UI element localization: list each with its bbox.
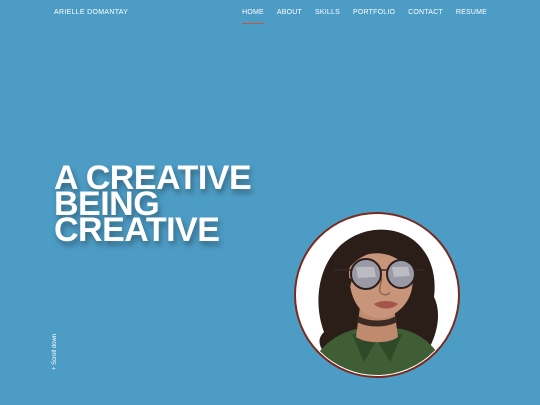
nav-contact[interactable]: CONTACT: [408, 9, 443, 16]
portfolio-page: ARIELLE DOMANTAY HOME ABOUT SKILLS PORTF…: [0, 0, 540, 405]
scroll-down-link[interactable]: + Scroll down: [52, 310, 58, 370]
nav-home[interactable]: HOME: [242, 9, 264, 24]
main-nav: HOME ABOUT SKILLS PORTFOLIO CONTACT RESU…: [242, 9, 487, 24]
nav-skills[interactable]: SKILLS: [315, 9, 340, 16]
nav-resume[interactable]: RESUME: [456, 9, 487, 16]
site-brand-link[interactable]: ARIELLE DOMANTAY: [54, 9, 128, 16]
hero-headline: A CREATIVE BEING CREATIVE: [54, 161, 252, 249]
hero-line-3: CREATIVE: [54, 211, 220, 249]
nav-portfolio[interactable]: PORTFOLIO: [353, 9, 395, 16]
nav-about[interactable]: ABOUT: [277, 9, 302, 16]
avatar-illustration: [294, 212, 460, 378]
